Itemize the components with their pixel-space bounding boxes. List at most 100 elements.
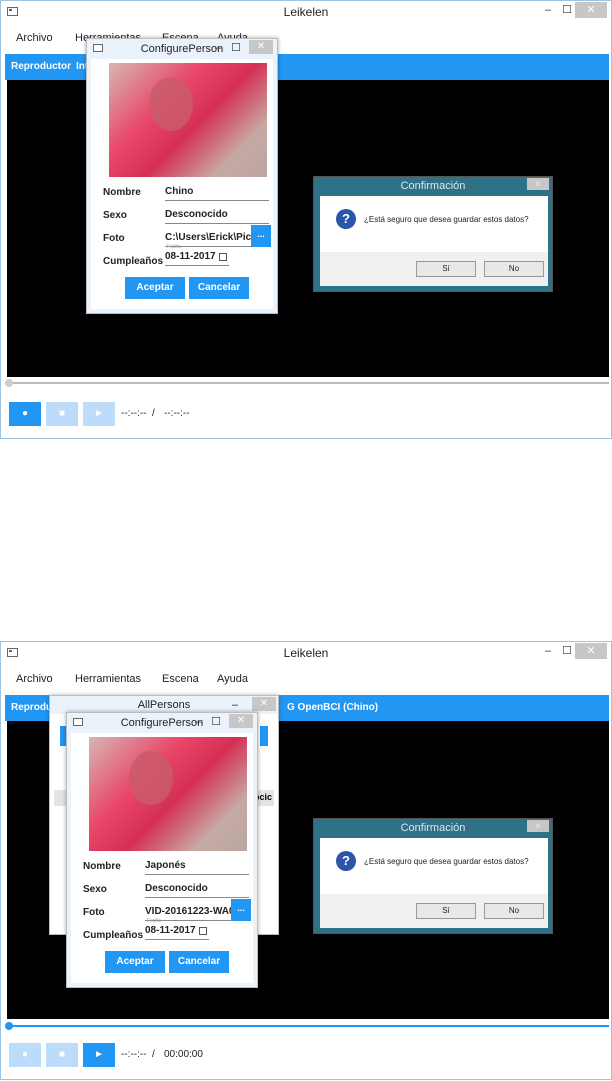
app-icon — [7, 648, 18, 657]
calendar-icon[interactable] — [199, 927, 207, 935]
dialog-title-bar: ConfigurePerson – ☐ ✕ — [67, 713, 257, 733]
confirmation-dialog: Confirmación ✕ ? ¿Está seguro que desea … — [313, 818, 553, 934]
all-persons-title: AllPersons — [137, 699, 191, 711]
window-title: Leikelen — [283, 5, 329, 19]
record-icon: ● — [21, 408, 29, 419]
confirmation-title: Confirmación — [400, 180, 466, 192]
label-name: Nombre — [103, 187, 141, 198]
dialog-minimize-button[interactable]: – — [191, 715, 205, 729]
stop-icon: ■ — [58, 408, 66, 419]
accept-button[interactable]: Aceptar — [125, 277, 185, 299]
accept-button[interactable]: Aceptar — [105, 951, 165, 973]
label-photo: Foto — [103, 233, 125, 244]
app-icon — [73, 718, 83, 726]
configure-person-dialog: ConfigurePerson – ☐ ✕ Nombre Chino Sexo … — [86, 38, 278, 314]
browse-button[interactable]: ... — [251, 225, 271, 247]
browse-button[interactable]: ... — [231, 899, 251, 921]
dialog-minimize-button[interactable]: – — [211, 41, 225, 55]
dialog-title-bar: ConfigurePerson – ☐ ✕ — [87, 39, 277, 59]
screenshot-2: Leikelen – ☐ ✕ Archivo Herramientas Esce… — [0, 641, 612, 1080]
yes-button[interactable]: Sí — [416, 261, 476, 277]
stop-button[interactable]: ■ — [46, 402, 78, 426]
app-icon — [93, 44, 103, 52]
label-name: Nombre — [83, 861, 121, 872]
tab-scene[interactable]: G OpenBCI (Chino) — [287, 702, 378, 713]
menu-ayuda[interactable]: Ayuda — [217, 673, 248, 685]
stop-button[interactable]: ■ — [46, 1043, 78, 1067]
calendar-icon[interactable] — [219, 253, 227, 261]
player-controls: ● ■ ► --:--:-- / --:--:-- — [7, 391, 609, 437]
record-button[interactable]: ● — [9, 402, 41, 426]
label-birthday: Cumpleaños — [103, 256, 164, 267]
play-icon: ► — [94, 408, 104, 419]
dialog-body: Nombre Chino Sexo Desconocido Foto C:\Us… — [91, 59, 273, 309]
person-photo — [89, 737, 247, 851]
no-button[interactable]: No — [484, 903, 544, 919]
time-separator: / — [152, 1049, 155, 1060]
record-button[interactable]: ● — [9, 1043, 41, 1067]
title-bar: Leikelen – ☐ ✕ — [1, 1, 611, 23]
confirmation-dialog: Confirmación ✕ ? ¿Está seguro que desea … — [313, 176, 553, 292]
dialog-close-button[interactable]: ✕ — [249, 40, 273, 54]
menu-archivo[interactable]: Archivo — [16, 673, 53, 685]
confirmation-message: ¿Está seguro que desea guardar estos dat… — [364, 215, 529, 224]
confirmation-message: ¿Está seguro que desea guardar estos dat… — [364, 857, 529, 866]
all-persons-close-button[interactable]: ✕ — [252, 697, 276, 711]
no-button[interactable]: No — [484, 261, 544, 277]
confirmation-footer: Sí No — [320, 252, 548, 286]
dialog-close-button[interactable]: ✕ — [229, 714, 253, 728]
confirmation-close-button[interactable]: ✕ — [527, 820, 549, 832]
yes-button[interactable]: Sí — [416, 903, 476, 919]
title-bar: Leikelen – ☐ ✕ — [1, 642, 611, 664]
dialog-body: Nombre Japonés Sexo Desconocido Foto VID… — [71, 733, 253, 983]
seek-knob[interactable] — [5, 379, 13, 387]
confirmation-title-bar: Confirmación ✕ — [314, 819, 552, 837]
all-persons-right-button[interactable] — [260, 726, 268, 746]
cancel-button[interactable]: Cancelar — [169, 951, 229, 973]
seek-knob[interactable] — [5, 1022, 13, 1030]
play-button[interactable]: ► — [83, 402, 115, 426]
configure-person-dialog: ConfigurePerson – ☐ ✕ Nombre Japonés Sex… — [66, 712, 258, 988]
confirmation-body: ? ¿Está seguro que desea guardar estos d… — [320, 196, 548, 252]
record-icon: ● — [21, 1049, 29, 1060]
total-time: 00:00:00 — [164, 1049, 203, 1060]
label-photo: Foto — [83, 907, 105, 918]
stop-icon: ■ — [58, 1049, 66, 1060]
seek-bar[interactable] — [5, 379, 609, 387]
confirmation-footer: Sí No — [320, 894, 548, 928]
screenshot-1: Leikelen – ☐ ✕ Archivo Herramientas Esce… — [0, 0, 612, 439]
window-title: Leikelen — [283, 646, 329, 660]
label-sex: Sexo — [103, 210, 127, 221]
app-icon — [7, 7, 18, 16]
confirmation-title: Confirmación — [400, 822, 466, 834]
cancel-button[interactable]: Cancelar — [189, 277, 249, 299]
name-field[interactable]: Chino — [165, 185, 269, 201]
name-field[interactable]: Japonés — [145, 859, 249, 875]
label-birthday: Cumpleaños — [83, 930, 144, 941]
confirmation-body: ? ¿Está seguro que desea guardar estos d… — [320, 838, 548, 894]
total-time: --:--:-- — [164, 408, 190, 419]
current-time: --:--:-- — [121, 1049, 147, 1060]
question-icon: ? — [336, 851, 356, 871]
close-button[interactable]: ✕ — [575, 2, 607, 18]
tab-reproductor[interactable]: Reproductor — [11, 61, 71, 72]
sex-field[interactable]: Desconocido — [145, 882, 249, 898]
confirmation-title-bar: Confirmación ✕ — [314, 177, 552, 195]
play-button[interactable]: ► — [83, 1043, 115, 1067]
menu-escena[interactable]: Escena — [162, 673, 199, 685]
close-button[interactable]: ✕ — [575, 643, 607, 659]
person-photo — [109, 63, 267, 177]
menu-herramientas[interactable]: Herramientas — [75, 673, 141, 685]
question-icon: ? — [336, 209, 356, 229]
seek-bar[interactable] — [5, 1022, 609, 1030]
dialog-maximize-button[interactable]: ☐ — [229, 41, 243, 55]
time-separator: / — [152, 408, 155, 419]
label-sex: Sexo — [83, 884, 107, 895]
confirmation-close-button[interactable]: ✕ — [527, 178, 549, 190]
sex-field[interactable]: Desconocido — [165, 208, 269, 224]
menu-bar: Archivo Herramientas Escena Ayuda — [1, 666, 611, 694]
menu-archivo[interactable]: Archivo — [16, 32, 53, 44]
player-controls: ● ■ ► --:--:-- / 00:00:00 — [7, 1032, 609, 1078]
dialog-maximize-button[interactable]: ☐ — [209, 715, 223, 729]
current-time: --:--:-- — [121, 408, 147, 419]
